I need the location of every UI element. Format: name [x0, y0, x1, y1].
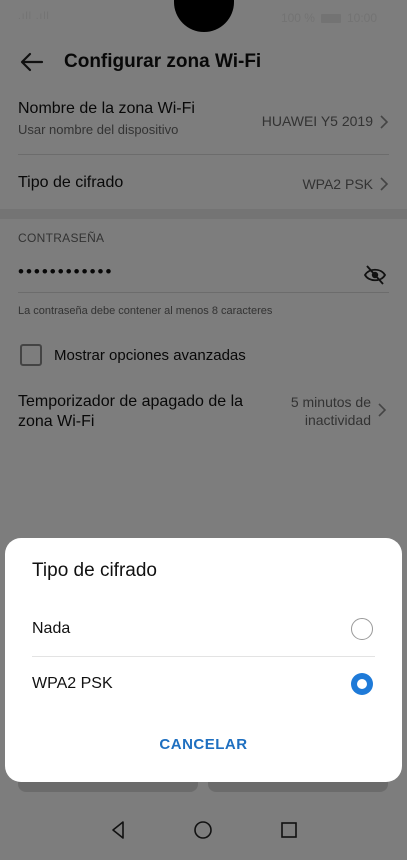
- option-none[interactable]: Nada: [32, 604, 375, 656]
- option-wpa2-label: WPA2 PSK: [32, 675, 113, 692]
- dialog-title: Tipo de cifrado: [32, 560, 157, 581]
- radio-unselected-icon[interactable]: [351, 618, 373, 640]
- encryption-dialog: Tipo de cifrado Nada WPA2 PSK CANCELAR: [5, 538, 402, 782]
- cancel-button[interactable]: CANCELAR: [5, 736, 402, 753]
- radio-selected-icon[interactable]: [351, 673, 373, 695]
- option-wpa2[interactable]: WPA2 PSK: [32, 659, 375, 711]
- option-none-label: Nada: [32, 620, 71, 637]
- dialog-divider: [32, 656, 375, 657]
